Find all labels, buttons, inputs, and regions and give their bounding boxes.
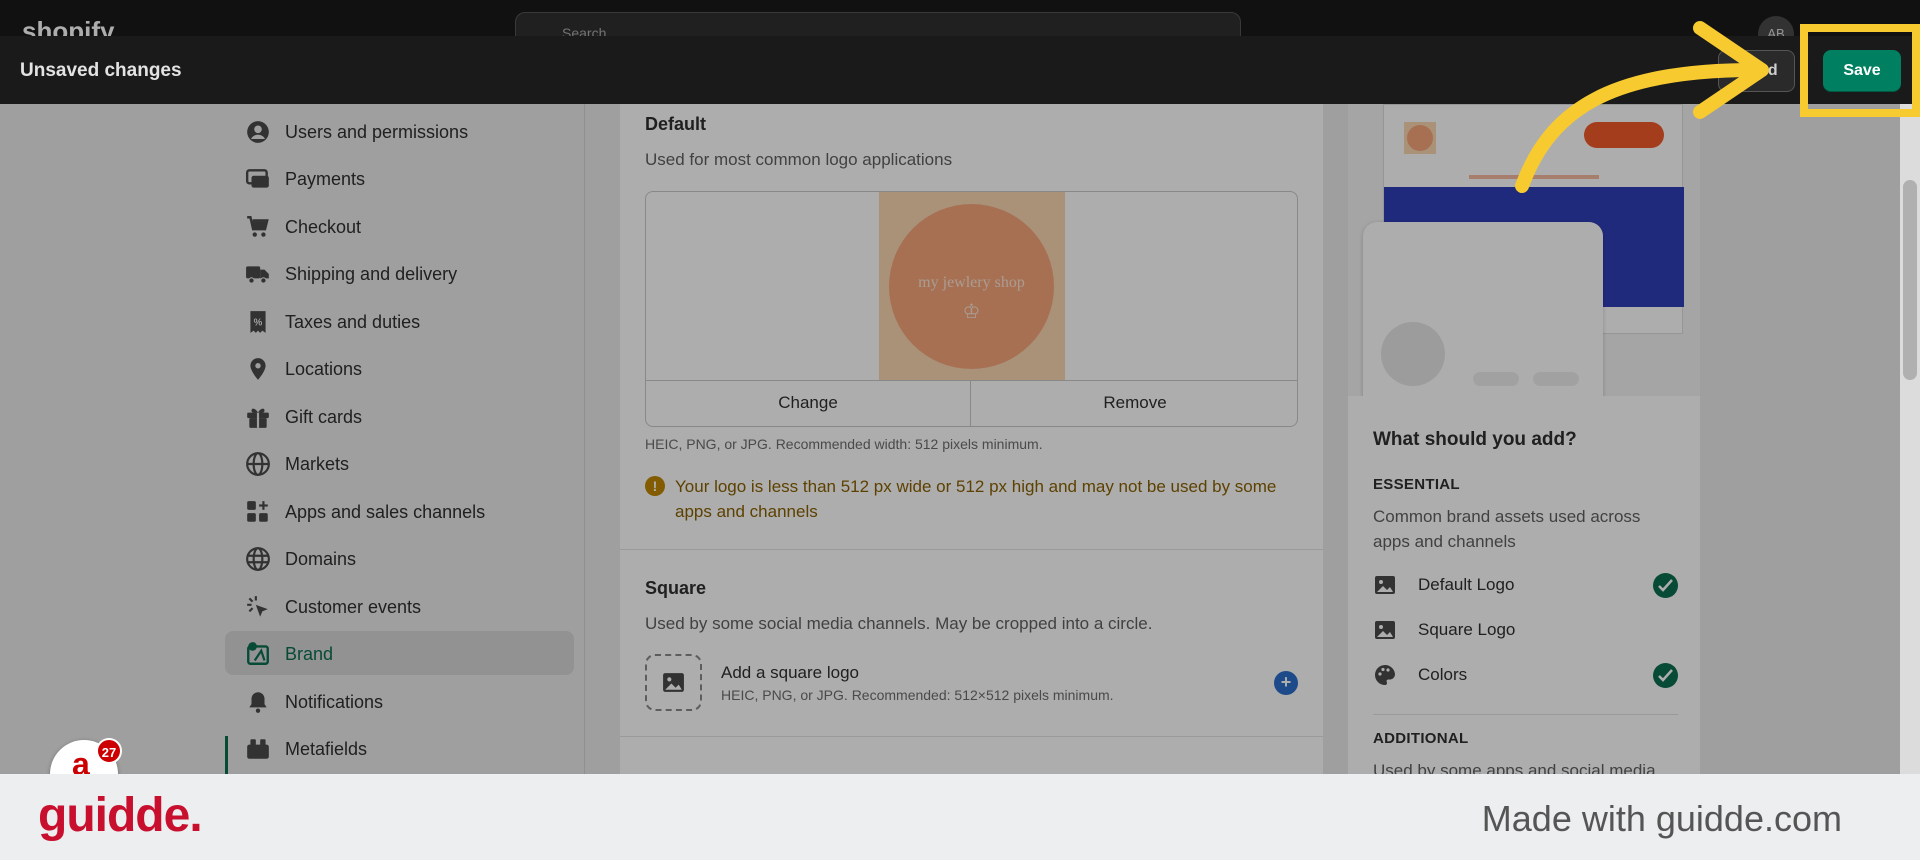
chat-badge: 27	[96, 738, 122, 764]
shopify-settings-page: shopify Search AB Users and permissions …	[0, 0, 1920, 774]
made-with-text: Made with guidde.com	[1481, 798, 1842, 839]
chat-icon: a	[72, 746, 90, 774]
save-button-highlight	[1800, 24, 1920, 117]
unsaved-changes-title: Unsaved changes	[20, 60, 182, 81]
scrollbar-thumb[interactable]	[1903, 180, 1917, 380]
pointer-arrow-icon	[1515, 21, 1769, 193]
guidde-logo: guidde.	[38, 789, 203, 842]
guidde-footer: guidde. Made with guidde.com	[0, 774, 1920, 860]
